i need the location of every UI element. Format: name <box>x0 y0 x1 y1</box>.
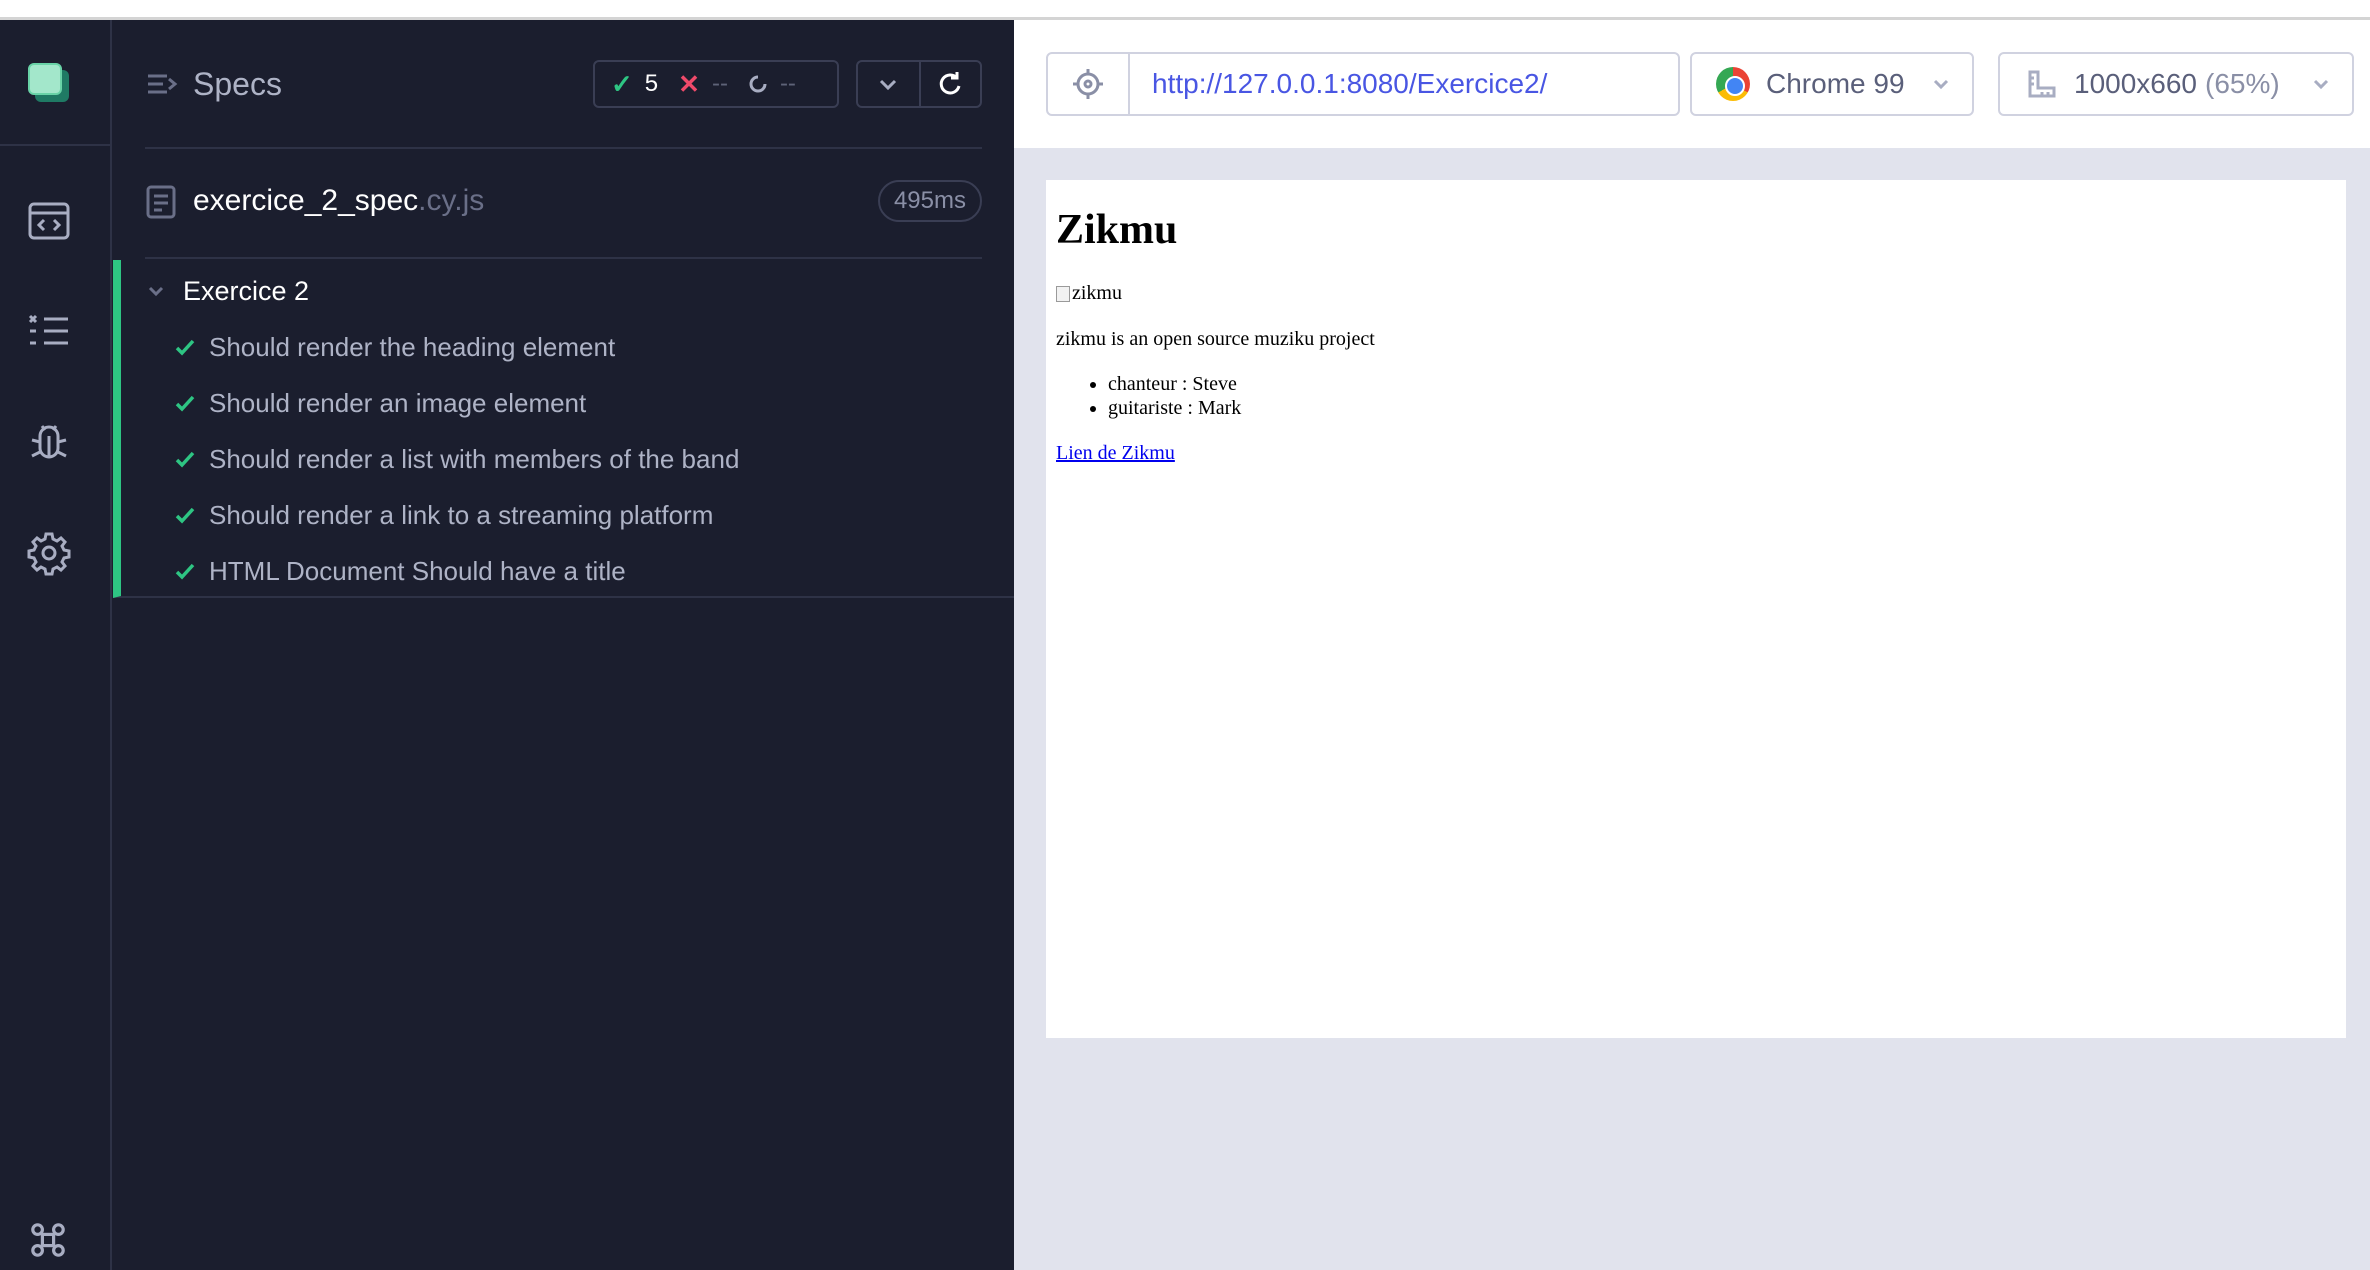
collapse-all-button[interactable] <box>858 62 919 106</box>
suite-title-row[interactable]: Exercice 2 <box>145 270 309 312</box>
url-field[interactable]: http://127.0.0.1:8080/Exercice2/ <box>1128 52 1680 116</box>
chrome-icon <box>1716 67 1750 101</box>
preview-toolbar: http://127.0.0.1:8080/Exercice2/ Chrome … <box>1014 20 2370 148</box>
page-heading: Zikmu <box>1056 207 1178 253</box>
viewport-selector[interactable]: 1000x660 (65%) <box>1998 52 2354 116</box>
pending-count: -- <box>779 70 796 97</box>
description-text: zikmu is an open source muziku project <box>1056 328 1375 350</box>
test-item[interactable]: Should render the heading element <box>173 326 615 368</box>
header-divider <box>145 147 982 149</box>
reporter-header: Specs ✓ 5 ✕ -- -- <box>113 20 1014 148</box>
aut-iframe: Zikmu zikmu zikmu is an open source muzi… <box>1046 180 2346 1038</box>
specs-toggle[interactable]: Specs <box>145 64 282 104</box>
rerun-button[interactable] <box>918 62 980 106</box>
pending-spinner-icon <box>749 75 767 93</box>
test-item[interactable]: Should render a list with members of the… <box>173 438 739 480</box>
document-icon <box>146 185 176 219</box>
selector-playground-button[interactable] <box>1046 52 1130 116</box>
list-item: chanteur : Steve <box>1108 372 1241 396</box>
spec-file-basename: exercice_2_spec <box>193 184 419 217</box>
specs-label: Specs <box>193 65 282 102</box>
spec-divider <box>145 257 982 259</box>
image-alt-text: zikmu <box>1072 282 1122 304</box>
passed-stat: ✓ 5 <box>611 69 658 100</box>
crosshair-icon <box>1073 69 1103 99</box>
passed-check-icon: ✓ <box>611 68 633 99</box>
chevron-down-icon <box>2313 79 2329 90</box>
specs-list-icon <box>148 74 178 94</box>
band-image: zikmu <box>1056 282 1122 305</box>
test-item[interactable]: HTML Document Should have a title <box>173 550 626 592</box>
streaming-link[interactable]: Lien de Zikmu <box>1056 442 1175 465</box>
broken-image-icon <box>1056 285 1070 302</box>
suite-title: Exercice 2 <box>183 275 310 306</box>
debug-bug-icon[interactable] <box>24 418 74 468</box>
command-shortcut-icon[interactable] <box>28 1220 68 1260</box>
run-controls <box>856 60 982 108</box>
list-item: guitariste : Mark <box>1108 396 1241 420</box>
check-icon <box>175 507 195 524</box>
spec-file-ext: .cy.js <box>418 184 485 217</box>
chevron-down-icon <box>148 286 164 297</box>
test-title: Should render a link to a streaming plat… <box>209 499 714 530</box>
chevron-down-icon <box>880 79 897 91</box>
ruler-icon <box>2028 70 2056 98</box>
test-title: Should render a list with members of the… <box>209 443 740 474</box>
pending-stat: -- <box>748 70 796 98</box>
check-icon <box>175 563 195 580</box>
cypress-logo-icon[interactable] <box>28 63 62 95</box>
failed-count: -- <box>711 70 728 97</box>
check-icon <box>175 339 195 356</box>
window-top-strip <box>0 0 2370 20</box>
failed-stat: ✕ -- <box>678 69 728 100</box>
browser-selector[interactable]: Chrome 99 <box>1690 52 1974 116</box>
icon-nav <box>0 20 112 1270</box>
check-icon <box>175 451 195 468</box>
test-title: Should render the heading element <box>209 331 616 362</box>
viewport-size: 1000x660 <box>2074 68 2198 99</box>
test-item[interactable]: Should render an image element <box>173 382 586 424</box>
viewport-scale: (65%) <box>2205 68 2280 99</box>
members-list: chanteur : Steve guitariste : Mark <box>1108 372 1241 420</box>
settings-gear-icon[interactable] <box>24 528 74 578</box>
reporter-panel: Specs ✓ 5 ✕ -- -- exercice_2_spec.cy.js … <box>113 20 1014 1270</box>
failed-x-icon: ✕ <box>678 68 700 99</box>
test-stats: ✓ 5 ✕ -- -- <box>593 60 839 108</box>
spec-file-name: exercice_2_spec.cy.js <box>193 184 484 218</box>
browser-label: Chrome 99 <box>1766 68 1905 99</box>
passed-count: 5 <box>644 70 659 97</box>
aut-preview: http://127.0.0.1:8080/Exercice2/ Chrome … <box>1014 20 2370 1270</box>
suite-block: Exercice 2 Should render the heading ele… <box>113 260 1014 598</box>
spec-file-row[interactable]: exercice_2_spec.cy.js 495ms <box>145 170 982 250</box>
logo-area <box>0 20 110 146</box>
spec-duration-badge: 495ms <box>877 180 982 222</box>
specs-nav-icon[interactable] <box>24 196 74 246</box>
test-item[interactable]: Should render a link to a streaming plat… <box>173 494 713 536</box>
chevron-down-icon <box>1933 79 1949 90</box>
check-icon <box>175 395 195 412</box>
test-title: HTML Document Should have a title <box>209 555 626 586</box>
runs-nav-icon[interactable] <box>24 306 74 356</box>
test-title: Should render an image element <box>209 387 587 418</box>
refresh-icon <box>940 72 961 95</box>
